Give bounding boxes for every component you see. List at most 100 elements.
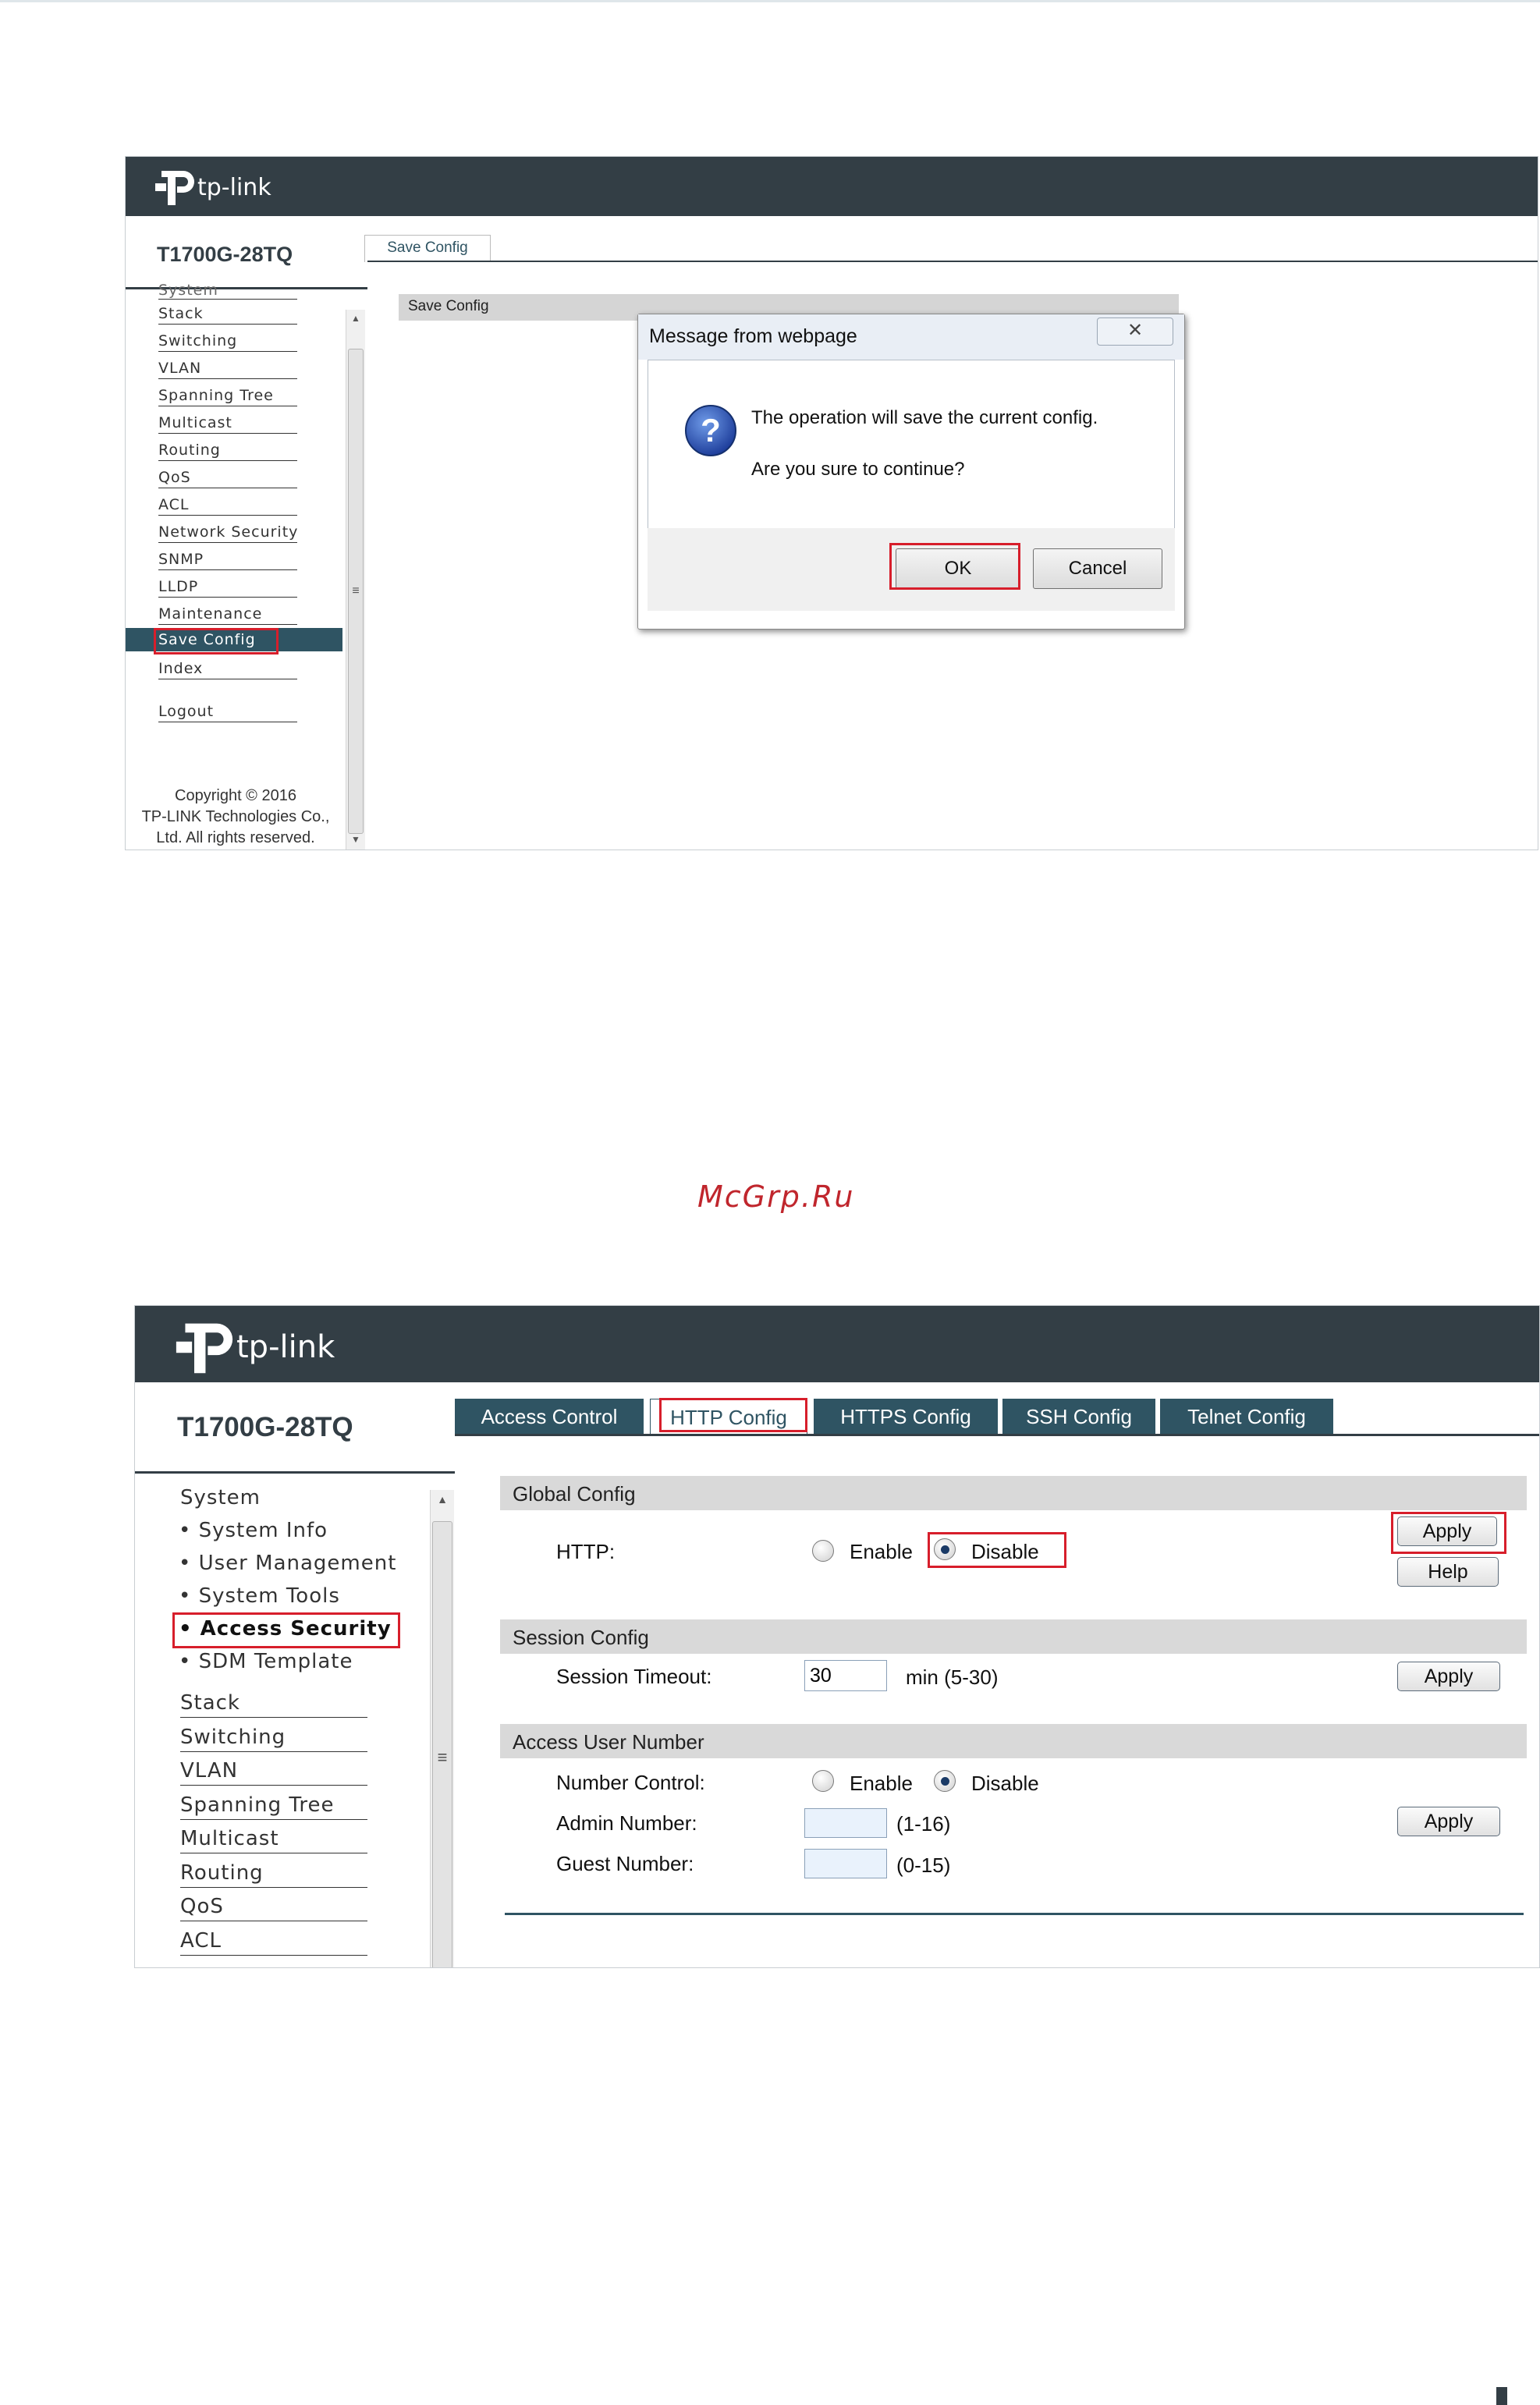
sidebar-item-save-config[interactable]: Save Config (126, 628, 342, 651)
sidebar-item-spanning-tree[interactable]: Spanning Tree (158, 385, 297, 406)
bullet-icon: • (179, 1552, 199, 1575)
section-title: Global Config (513, 1482, 636, 1506)
watermark-text: McGrp.Ru (697, 1179, 855, 1214)
guest-number-label: Guest Number: (556, 1852, 694, 1875)
copyright-line: TP-LINK Technologies Co., (141, 808, 330, 825)
dialog-body: ? The operation will save the current co… (648, 360, 1175, 530)
confirm-dialog: Message from webpage ✕ ? The operation w… (637, 314, 1185, 630)
dialog-title: Message from webpage (649, 325, 857, 347)
dialog-message-line2: Are you sure to continue? (751, 459, 965, 480)
sidebar-item-snmp[interactable]: SNMP (158, 549, 297, 570)
global-apply-button[interactable]: Apply (1397, 1516, 1497, 1546)
sidebar-item-stack[interactable]: Stack (180, 1689, 367, 1718)
http-disable-radio[interactable] (934, 1538, 956, 1560)
sidebar-subitem-access-security[interactable]: • Access Security (179, 1617, 392, 1641)
tab-telnet-config[interactable]: Telnet Config (1160, 1399, 1333, 1435)
http-label: HTTP: (556, 1540, 616, 1563)
sidebar-item-multicast[interactable]: Multicast (180, 1825, 367, 1853)
sidebar-item-switching[interactable]: Switching (158, 331, 297, 352)
scroll-down-icon[interactable]: ▼ (346, 834, 365, 845)
sidebar-item-multicast[interactable]: Multicast (158, 413, 297, 434)
section-title: Session Config (513, 1626, 649, 1649)
scroll-up-icon[interactable]: ▲ (431, 1493, 454, 1506)
bullet-icon: • (179, 1519, 199, 1542)
sidebar-scrollbar[interactable]: ▲ ≡ (430, 1490, 454, 1967)
session-timeout-input[interactable] (804, 1660, 887, 1691)
scroll-grip-icon: ≡ (437, 1747, 448, 1767)
page-top-rule (0, 0, 1540, 2)
sidebar-item-logout[interactable]: Logout (158, 701, 297, 722)
header-bar: tp-link (135, 1306, 1539, 1382)
scroll-grip-icon: ≡ (352, 584, 360, 598)
svg-text:?: ? (701, 412, 721, 449)
sidebar-item-maintenance[interactable]: Maintenance (158, 604, 297, 625)
section-bar-title: Save Config (408, 298, 489, 314)
sidebar-subitem-sdm-template[interactable]: • SDM Template (179, 1650, 353, 1673)
brand-name: tp-link (236, 1329, 335, 1365)
tab-access-control[interactable]: Access Control (455, 1399, 644, 1435)
tplink-logo-icon (176, 1323, 233, 1374)
dialog-message-line1: The operation will save the current conf… (751, 407, 1098, 428)
ok-button[interactable]: OK (896, 548, 1020, 589)
tplink-logo-icon (155, 171, 194, 205)
tab-ssh-config[interactable]: SSH Config (1002, 1399, 1155, 1435)
http-enable-label[interactable]: Enable (850, 1540, 913, 1564)
sidebar-item-acl[interactable]: ACL (180, 1927, 367, 1956)
sidebar-subitem-system-tools[interactable]: • System Tools (179, 1584, 340, 1608)
sidebar-item-index[interactable]: Index (158, 658, 297, 679)
tab-https-config[interactable]: HTTPS Config (814, 1399, 998, 1435)
section-access-user-number: Access User Number (500, 1724, 1527, 1758)
tab-underline (367, 261, 1538, 262)
model-name: T1700G-28TQ (157, 243, 293, 266)
sidebar-subitem-user-management[interactable]: • User Management (179, 1552, 396, 1575)
sidebar-scrollbar[interactable]: ▲ ≡ ▼ (346, 310, 365, 850)
tab-http-config[interactable]: HTTP Config (650, 1399, 807, 1435)
sidebar-item-lldp[interactable]: LLDP (158, 576, 297, 598)
sidebar-item-spanning-tree[interactable]: Spanning Tree (180, 1791, 367, 1820)
number-control-enable-radio[interactable] (812, 1770, 834, 1792)
tab-save-config[interactable]: Save Config (364, 235, 491, 262)
brand-name: tp-link (197, 173, 271, 201)
sidebar-item-switching[interactable]: Switching (180, 1723, 367, 1752)
sidebar-item-qos[interactable]: QoS (158, 467, 297, 488)
dialog-titlebar: Message from webpage ✕ (638, 314, 1184, 360)
scroll-up-icon[interactable]: ▲ (346, 313, 365, 324)
number-control-disable-radio[interactable] (934, 1770, 956, 1792)
dialog-close-button[interactable]: ✕ (1097, 317, 1173, 346)
sidebar-subitem-label: System Info (198, 1519, 328, 1542)
http-enable-radio[interactable] (812, 1540, 834, 1562)
guest-number-input[interactable] (804, 1849, 887, 1878)
http-disable-label[interactable]: Disable (971, 1540, 1039, 1564)
guest-number-range: (0-15) (896, 1853, 951, 1877)
bullet-icon: • (179, 1650, 199, 1673)
section-session-config: Session Config (500, 1619, 1527, 1654)
header-bar: tp-link (126, 157, 1538, 216)
bullet-icon: • (179, 1617, 200, 1641)
bullet-icon: • (179, 1584, 199, 1608)
session-apply-button[interactable]: Apply (1397, 1662, 1500, 1691)
access-apply-button[interactable]: Apply (1397, 1807, 1500, 1836)
number-control-disable-label[interactable]: Disable (971, 1772, 1039, 1796)
sidebar-item-routing[interactable]: Routing (180, 1859, 367, 1888)
tplink-logo: tp-link (174, 1317, 335, 1378)
sidebar-item-acl[interactable]: ACL (158, 495, 297, 516)
number-control-enable-label[interactable]: Enable (850, 1772, 913, 1796)
sidebar-subitem-label: System Tools (198, 1584, 340, 1608)
sidebar-subitem-system-info[interactable]: • System Info (179, 1519, 328, 1542)
sidebar-item-system[interactable]: System (158, 282, 297, 300)
sidebar: System • System Info • User Management • S… (135, 1474, 455, 1967)
scrollbar-thumb[interactable] (432, 1521, 452, 1967)
sidebar-item-qos[interactable]: QoS (180, 1892, 367, 1921)
admin-number-input[interactable] (804, 1808, 887, 1838)
admin-number-label: Admin Number: (556, 1811, 697, 1835)
sidebar-item-system[interactable]: System (180, 1486, 261, 1509)
section-global-config: Global Config (500, 1476, 1527, 1510)
copyright-line: Ltd. All rights reserved. (156, 829, 315, 846)
cancel-button[interactable]: Cancel (1033, 548, 1162, 589)
sidebar-item-vlan[interactable]: VLAN (158, 358, 297, 379)
sidebar-item-stack[interactable]: Stack (158, 303, 297, 325)
sidebar-item-vlan[interactable]: VLAN (180, 1757, 367, 1786)
help-button[interactable]: Help (1397, 1557, 1499, 1587)
sidebar-item-routing[interactable]: Routing (158, 440, 297, 461)
sidebar-item-network-security[interactable]: Network Security (158, 522, 297, 543)
